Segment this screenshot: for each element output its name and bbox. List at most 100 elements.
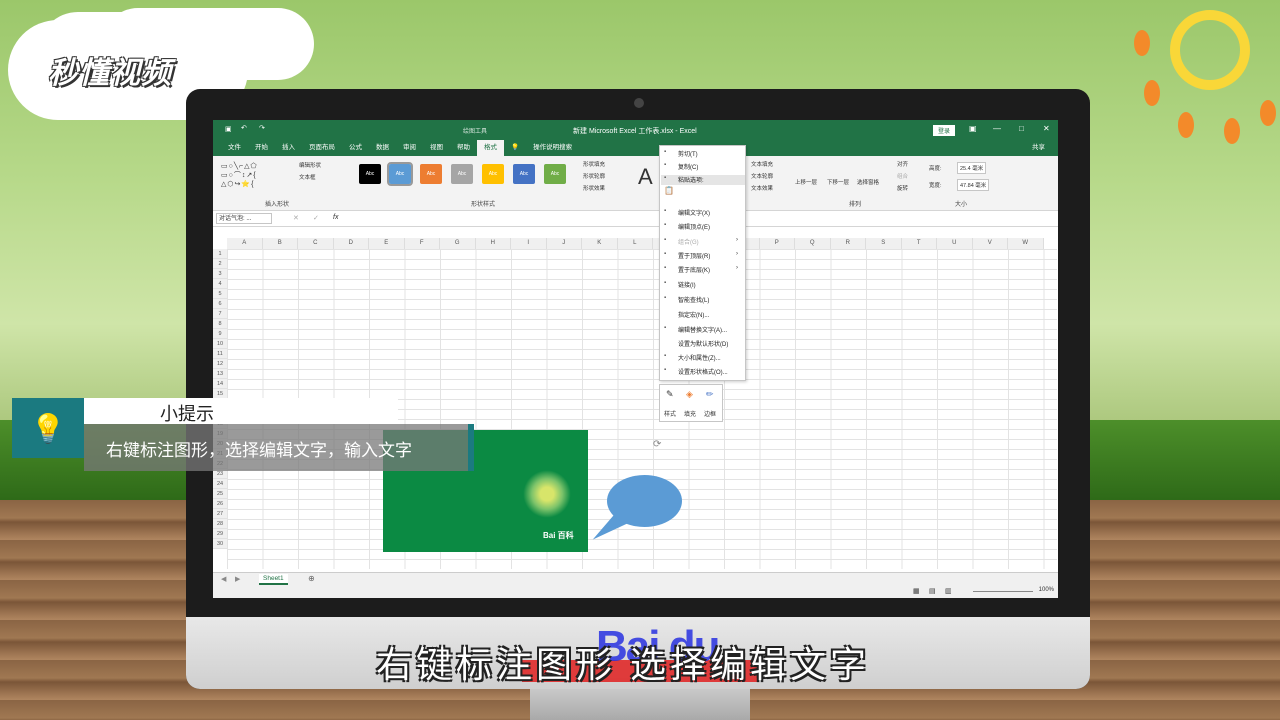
context-menu-item[interactable]: 编辑顶点(E)	[678, 222, 710, 231]
next-sheet-icon[interactable]: ▶	[235, 575, 240, 583]
context-menu-item[interactable]: 编辑文字(X)	[678, 208, 710, 217]
context-menu-item[interactable]: 剪切(T)	[678, 149, 698, 158]
share-button[interactable]: 共享	[1025, 140, 1052, 156]
tab-home[interactable]: 开始	[248, 140, 275, 156]
column-header[interactable]: K	[582, 238, 618, 249]
row-header[interactable]: 29	[213, 529, 227, 539]
column-header[interactable]: J	[547, 238, 582, 249]
context-menu-item[interactable]: 粘贴选项:	[678, 175, 704, 184]
border-icon[interactable]: ✏	[706, 389, 714, 400]
row-header[interactable]: 4	[213, 279, 227, 289]
search-hint[interactable]: 操作说明搜索	[526, 140, 579, 156]
style-swatch-orange[interactable]: Abc	[420, 164, 442, 184]
text-effects-button[interactable]: 文本效果	[751, 184, 773, 192]
tab-view[interactable]: 视图	[423, 140, 450, 156]
row-header[interactable]: 26	[213, 499, 227, 509]
row-header[interactable]: 24	[213, 479, 227, 489]
row-header[interactable]: 11	[213, 349, 227, 359]
column-header[interactable]: U	[937, 238, 973, 249]
column-header[interactable]: V	[973, 238, 1008, 249]
column-header[interactable]: R	[831, 238, 866, 249]
edit-shape-button[interactable]: 编辑形状	[299, 161, 321, 169]
row-header[interactable]: 12	[213, 359, 227, 369]
text-box-button[interactable]: 文本框	[299, 173, 316, 181]
ribbon-display-icon[interactable]: ▣	[969, 124, 977, 133]
row-header[interactable]: 7	[213, 309, 227, 319]
fx-icon[interactable]: fx	[333, 214, 338, 221]
column-header[interactable]: I	[511, 238, 547, 249]
cancel-icon[interactable]: ✕	[293, 214, 299, 222]
column-header[interactable]: Q	[795, 238, 831, 249]
shapes-gallery[interactable]: ▭○╲⌐△⬠ ▭○⌒↕↗{△⬡↪⭐{	[221, 162, 258, 188]
style-swatch-darkblue[interactable]: Abc	[513, 164, 535, 184]
column-header[interactable]: A	[227, 238, 263, 249]
enter-icon[interactable]: ✓	[313, 214, 319, 222]
context-menu-item[interactable]: 编辑替换文字(A)...	[678, 325, 727, 334]
context-menu-item[interactable]: 置于顶层(R)	[678, 251, 710, 260]
login-button[interactable]: 登录	[933, 125, 956, 136]
text-outline-button[interactable]: 文本轮廓	[751, 172, 773, 180]
fill-icon[interactable]: ◈	[686, 389, 693, 400]
row-header[interactable]: 9	[213, 329, 227, 339]
style-swatch-gold[interactable]: Abc	[482, 164, 504, 184]
column-header[interactable]: D	[334, 238, 369, 249]
column-header[interactable]: P	[760, 238, 795, 249]
column-header[interactable]: S	[866, 238, 902, 249]
row-header[interactable]: 3	[213, 269, 227, 279]
prev-sheet-icon[interactable]: ◀	[221, 575, 226, 583]
maximize-icon[interactable]: □	[1019, 124, 1024, 133]
style-swatch-gray[interactable]: Abc	[451, 164, 473, 184]
column-header[interactable]: T	[902, 238, 937, 249]
column-header[interactable]: B	[263, 238, 298, 249]
tab-file[interactable]: 文件	[221, 140, 248, 156]
view-pagebreak-icon[interactable]: ▥	[945, 587, 952, 595]
zoom-slider[interactable]	[973, 591, 1033, 592]
row-header[interactable]: 2	[213, 259, 227, 269]
bring-forward-button[interactable]: 上移一层	[795, 178, 817, 186]
column-header[interactable]: W	[1008, 238, 1044, 249]
wordart-a-icon[interactable]: A	[638, 164, 653, 190]
context-menu-item[interactable]: 设置为默认形状(D)	[678, 339, 728, 348]
column-header[interactable]: L	[618, 238, 653, 249]
row-header[interactable]: 25	[213, 489, 227, 499]
rotate-button[interactable]: 旋转	[897, 184, 908, 192]
view-layout-icon[interactable]: ▤	[929, 587, 936, 595]
tab-help[interactable]: 帮助	[450, 140, 477, 156]
style-icon[interactable]: ✎	[666, 389, 674, 400]
shape-fill-button[interactable]: 形状填充	[583, 160, 605, 168]
row-header[interactable]: 6	[213, 299, 227, 309]
name-box[interactable]: 对话气泡: ...	[216, 213, 272, 224]
sheet-tab-sheet1[interactable]: Sheet1	[259, 574, 288, 585]
row-header[interactable]: 8	[213, 319, 227, 329]
row-header[interactable]: 30	[213, 539, 227, 549]
tab-formulas[interactable]: 公式	[342, 140, 369, 156]
undo-icon[interactable]: ↶	[241, 124, 247, 132]
tab-insert[interactable]: 插入	[275, 140, 302, 156]
text-fill-button[interactable]: 文本填充	[751, 160, 773, 168]
row-header[interactable]: 1	[213, 249, 227, 259]
context-menu-item[interactable]: 智能查找(L)	[678, 295, 709, 304]
context-menu-item[interactable]: 置于底层(K)	[678, 265, 710, 274]
minimize-icon[interactable]: —	[993, 124, 1001, 133]
style-swatch-green[interactable]: Abc	[544, 164, 566, 184]
add-sheet-icon[interactable]: ⊕	[308, 574, 315, 583]
row-header[interactable]: 28	[213, 519, 227, 529]
context-menu-item[interactable]: 组合(G)	[678, 237, 699, 246]
height-input[interactable]: 25.4 毫米	[957, 162, 987, 174]
speech-callout-shape[interactable]	[607, 475, 682, 527]
column-header[interactable]: H	[476, 238, 511, 249]
column-header[interactable]: F	[405, 238, 440, 249]
paste-option-icon[interactable]: 📋	[664, 186, 674, 195]
shape-outline-button[interactable]: 形状轮廓	[583, 172, 605, 180]
column-header[interactable]: E	[369, 238, 405, 249]
width-input[interactable]: 47.84 毫米	[957, 179, 990, 191]
tab-page-layout[interactable]: 页面布局	[302, 140, 342, 156]
close-icon[interactable]: ✕	[1043, 124, 1050, 133]
redo-icon[interactable]: ↷	[259, 124, 265, 132]
view-normal-icon[interactable]: ▦	[913, 587, 920, 595]
column-header[interactable]: C	[298, 238, 334, 249]
tab-data[interactable]: 数据	[369, 140, 396, 156]
tab-review[interactable]: 审阅	[396, 140, 423, 156]
context-menu-item[interactable]: 大小和属性(Z)...	[678, 353, 721, 362]
save-icon[interactable]: ▣	[225, 125, 232, 133]
